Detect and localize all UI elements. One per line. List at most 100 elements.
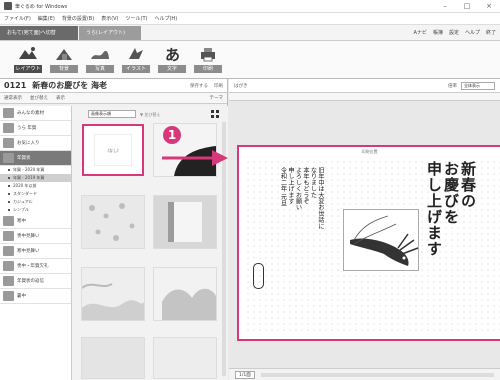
mode-bar: おもて(宛て面)へ切替 うら(レイアウト) Aナビ 帳簿 設定 ヘルプ 終了 <box>0 25 500 41</box>
photo-icon <box>91 50 109 59</box>
template-preview <box>154 196 216 248</box>
minimize-button[interactable]: – <box>434 0 456 13</box>
category-item[interactable]: 寒中 <box>0 214 71 229</box>
category-item[interactable]: 暑中 <box>0 289 71 304</box>
template-thumb[interactable] <box>154 338 216 378</box>
app-icon <box>4 2 12 10</box>
menu-edit[interactable]: 編集(E) <box>38 15 55 22</box>
template-preview <box>154 338 216 378</box>
status-bar: 1/1面 <box>229 368 500 380</box>
background-tool-button[interactable]: 背景 <box>50 45 78 75</box>
subcategory-item[interactable]: スタンダード <box>0 190 71 198</box>
ledger-link[interactable]: 帳簿 <box>433 29 443 36</box>
print-icon <box>201 48 215 62</box>
menu-file[interactable]: ファイル(F) <box>4 15 31 22</box>
category-item[interactable]: 寒中見舞い <box>0 244 71 259</box>
category-icon <box>3 108 14 118</box>
subcategory-item-selected[interactable]: 年賀 - 2019 年賀 <box>0 174 71 182</box>
document-name: 新春のお慶びを 海老 <box>32 81 108 90</box>
subcategory-item[interactable]: 2020 年以前 <box>0 182 71 190</box>
category-icon <box>3 216 14 226</box>
menu-view[interactable]: 表示(V) <box>101 15 118 22</box>
category-item[interactable]: 喪中・年賀欠礼 <box>0 259 71 274</box>
template-thumb[interactable] <box>154 268 216 320</box>
category-icon <box>3 123 14 133</box>
menu-tools[interactable]: ツール(T) <box>126 15 148 22</box>
category-icon <box>3 231 14 241</box>
bullet-icon <box>8 201 10 203</box>
tab-address-side[interactable]: おもて(宛て面)へ切替 <box>0 26 78 40</box>
sort-select[interactable]: 画像表示順 <box>88 110 136 118</box>
category-icon <box>3 291 14 301</box>
subcategory-item[interactable]: 年賀 - 2020 年賀 <box>0 166 71 174</box>
menu-help[interactable]: ヘルプ(H) <box>154 15 177 22</box>
template-preview <box>82 268 144 320</box>
category-item[interactable]: みんなの素材 <box>0 106 71 121</box>
category-icon <box>3 261 14 271</box>
category-item-selected[interactable]: 年賀状 <box>0 151 71 166</box>
step-number-badge: 1 <box>163 126 181 144</box>
navi-link[interactable]: Aナビ <box>414 29 427 36</box>
sort-hint: ▼ 並び替え <box>140 112 161 117</box>
close-button[interactable]: × <box>478 0 500 13</box>
photo-tool-button[interactable]: 写真 <box>86 45 114 75</box>
horizontal-ruler <box>229 93 500 101</box>
document-code: 0121 <box>4 81 27 90</box>
subcategory-item[interactable]: カジュアル <box>0 198 71 206</box>
category-item[interactable]: 年賀状の返信 <box>0 274 71 289</box>
postcard-canvas[interactable]: 印刷位置 旧年中は大変お世話に なりました 本年もどうぞ よろしくお願い 申し上… <box>237 145 500 341</box>
display-option[interactable]: 表示 <box>56 95 65 101</box>
new-year-greeting[interactable]: 新春の お慶びを 申し上げます <box>425 161 477 301</box>
category-item[interactable]: 喪中見舞い <box>0 229 71 244</box>
lobster-icon <box>350 215 419 266</box>
horizontal-scrollbar[interactable] <box>260 372 494 377</box>
svg-text:あ: あ <box>165 46 180 63</box>
arrow-right-icon <box>162 150 228 166</box>
template-thumb[interactable] <box>154 196 216 248</box>
template-preview <box>154 268 216 320</box>
settings-link[interactable]: 設定 <box>449 29 459 36</box>
tab-layout-side[interactable]: うら(レイアウト) <box>79 26 141 40</box>
background-icon <box>56 49 72 60</box>
blank-template-thumb[interactable]: (なし) <box>82 124 144 176</box>
view-options-bar: 通常表示 並び替え 表示 テーマ <box>0 93 227 104</box>
window-controls: – □ × <box>434 0 500 13</box>
stamp-mark <box>253 263 264 289</box>
print-tool-button[interactable]: 印刷 <box>194 45 222 75</box>
illustration-tool-button[interactable]: イラスト <box>122 45 150 75</box>
menu-bar: ファイル(F) 編集(E) 背景の設置(B) 表示(V) ツール(T) ヘルプ(… <box>0 13 500 25</box>
page-indicator[interactable]: 1/1面 <box>235 370 255 379</box>
save-button[interactable]: 保存する <box>190 83 208 89</box>
category-icon <box>3 276 14 286</box>
blank-label: (なし) <box>107 148 119 153</box>
bullet-icon <box>8 185 10 187</box>
sort-option[interactable]: 並び替え <box>30 95 48 101</box>
print-position-label: 印刷位置 <box>361 149 378 154</box>
text-tool-button[interactable]: あ 文字 <box>158 45 186 75</box>
template-thumb[interactable] <box>82 196 144 248</box>
preview-pane: はがき 倍率 全体表示 印刷位置 旧年中は大変お世話に なりました 本年もどうぞ… <box>229 79 500 380</box>
theme-option[interactable]: テーマ <box>210 95 224 101</box>
greeting-body-text[interactable]: 旧年中は大変お世話に なりました 本年もどうぞ よろしくお願い 申し上げます 令… <box>279 167 325 287</box>
category-item[interactable]: お気に入り <box>0 136 71 151</box>
window-title: 筆ぐるめ for Windows <box>15 3 68 10</box>
print-button[interactable]: 印刷 <box>214 83 223 89</box>
category-icon <box>3 138 14 148</box>
document-header: 0121 新春のお慶びを 海老 保存する 印刷 <box>0 79 227 93</box>
template-thumb[interactable] <box>82 268 144 320</box>
category-item[interactable]: うら 年賀 <box>0 121 71 136</box>
bullet-icon <box>8 209 10 211</box>
layout-tool-button[interactable]: レイアウト <box>14 45 42 75</box>
subcategory-item[interactable]: シンプル <box>0 206 71 214</box>
lobster-illustration[interactable] <box>343 209 419 271</box>
grid-view-icon[interactable] <box>211 110 219 118</box>
menu-background[interactable]: 背景の設置(B) <box>62 15 94 22</box>
text-icon: あ <box>165 46 180 63</box>
zoom-select[interactable]: 全体表示 <box>461 81 495 90</box>
template-thumb[interactable] <box>82 338 144 378</box>
exit-link[interactable]: 終了 <box>486 29 496 36</box>
layout-icon <box>19 47 37 59</box>
help-link[interactable]: ヘルプ <box>465 29 480 36</box>
maximize-button[interactable]: □ <box>456 0 478 13</box>
normal-view-option[interactable]: 通常表示 <box>4 95 22 101</box>
